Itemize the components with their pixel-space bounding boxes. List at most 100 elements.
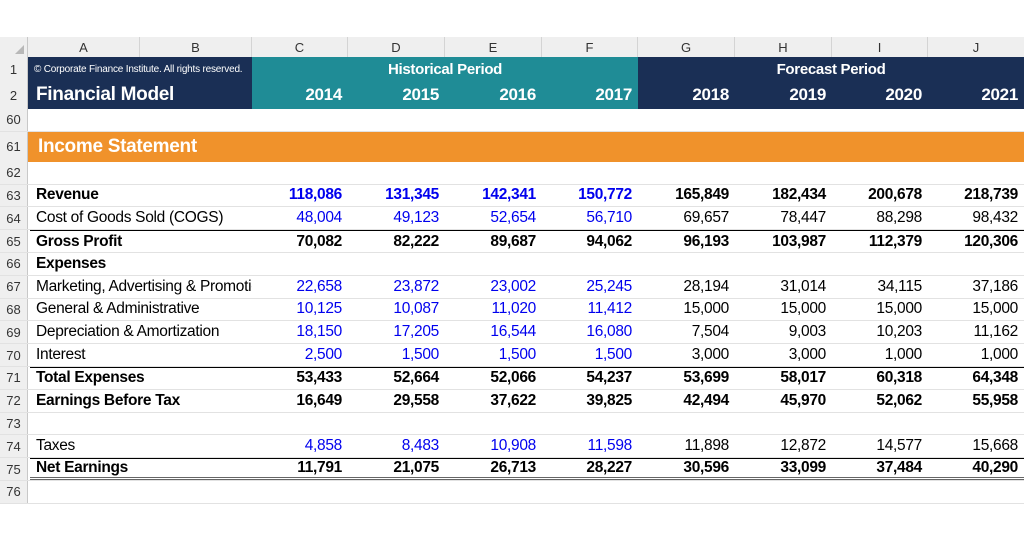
- value-cell[interactable]: 37,186: [928, 276, 1024, 298]
- value-cell[interactable]: 28,194: [638, 276, 735, 298]
- value-cell[interactable]: 218,739: [928, 185, 1024, 207]
- column-header-g[interactable]: G: [638, 37, 735, 57]
- column-header-a[interactable]: A: [28, 37, 140, 57]
- value-cell[interactable]: 9,003: [735, 321, 832, 343]
- column-header-j[interactable]: J: [928, 37, 1024, 57]
- column-header-h[interactable]: H: [735, 37, 832, 57]
- value-cell[interactable]: 11,020: [445, 299, 542, 321]
- value-cell[interactable]: [735, 253, 832, 275]
- value-cell[interactable]: 15,668: [928, 435, 1024, 457]
- row-number[interactable]: 70: [0, 344, 28, 366]
- value-cell[interactable]: 23,002: [445, 276, 542, 298]
- value-cell[interactable]: 1,000: [928, 344, 1024, 366]
- column-header-e[interactable]: E: [445, 37, 542, 57]
- row-number[interactable]: 75: [0, 458, 28, 480]
- value-cell[interactable]: 49,123: [348, 207, 445, 229]
- value-cell[interactable]: 11,791: [252, 458, 348, 480]
- value-cell[interactable]: 26,713: [445, 458, 542, 480]
- row-label[interactable]: Marketing, Advertising & Promotior: [30, 276, 252, 298]
- value-cell[interactable]: 82,222: [348, 230, 445, 252]
- value-cell[interactable]: 3,000: [735, 344, 832, 366]
- value-cell[interactable]: 29,558: [348, 390, 445, 412]
- column-header-i[interactable]: I: [832, 37, 928, 57]
- row-number[interactable]: 64: [0, 207, 28, 230]
- value-cell[interactable]: 33,099: [735, 458, 832, 480]
- row-number[interactable]: 76: [0, 480, 28, 503]
- value-cell[interactable]: 37,484: [832, 458, 928, 480]
- value-cell[interactable]: 53,433: [252, 366, 348, 389]
- row-label[interactable]: Expenses: [30, 253, 252, 275]
- value-cell[interactable]: 58,017: [735, 366, 832, 389]
- value-cell[interactable]: 150,772: [542, 185, 638, 207]
- value-cell[interactable]: 22,658: [252, 276, 348, 298]
- column-header-c[interactable]: C: [252, 37, 348, 57]
- value-cell[interactable]: 112,379: [832, 230, 928, 252]
- row-number[interactable]: 62: [0, 161, 28, 184]
- value-cell[interactable]: 15,000: [638, 299, 735, 321]
- row-number[interactable]: 63: [0, 184, 28, 207]
- row-number[interactable]: 69: [0, 321, 28, 344]
- value-cell[interactable]: 69,657: [638, 207, 735, 229]
- row-label[interactable]: Revenue: [30, 185, 252, 207]
- value-cell[interactable]: 21,075: [348, 458, 445, 480]
- value-cell[interactable]: 55,958: [928, 390, 1024, 412]
- value-cell[interactable]: 34,115: [832, 276, 928, 298]
- value-cell[interactable]: 1,500: [445, 344, 542, 366]
- value-cell[interactable]: 11,598: [542, 435, 638, 457]
- value-cell[interactable]: [445, 253, 542, 275]
- value-cell[interactable]: 16,080: [542, 321, 638, 343]
- value-cell[interactable]: 7,504: [638, 321, 735, 343]
- value-cell[interactable]: 18,150: [252, 321, 348, 343]
- value-cell[interactable]: 56,710: [542, 207, 638, 229]
- value-cell[interactable]: 54,237: [542, 366, 638, 389]
- row-number[interactable]: 72: [0, 389, 28, 412]
- value-cell[interactable]: 15,000: [832, 299, 928, 321]
- value-cell[interactable]: 118,086: [252, 185, 348, 207]
- row-number[interactable]: 71: [0, 366, 28, 389]
- value-cell[interactable]: 53,699: [638, 366, 735, 389]
- value-cell[interactable]: 40,290: [928, 458, 1024, 480]
- value-cell[interactable]: 15,000: [735, 299, 832, 321]
- value-cell[interactable]: [348, 253, 445, 275]
- value-cell[interactable]: 1,500: [542, 344, 638, 366]
- value-cell[interactable]: 28,227: [542, 458, 638, 480]
- value-cell[interactable]: 25,245: [542, 276, 638, 298]
- value-cell[interactable]: 10,908: [445, 435, 542, 457]
- value-cell[interactable]: 12,872: [735, 435, 832, 457]
- value-cell[interactable]: 15,000: [928, 299, 1024, 321]
- row-number[interactable]: 60: [0, 109, 28, 131]
- row-label[interactable]: Net Earnings: [30, 458, 252, 480]
- value-cell[interactable]: 200,678: [832, 185, 928, 207]
- value-cell[interactable]: 37,622: [445, 390, 542, 412]
- row-number[interactable]: 67: [0, 275, 28, 298]
- value-cell[interactable]: 8,483: [348, 435, 445, 457]
- value-cell[interactable]: 16,544: [445, 321, 542, 343]
- value-cell[interactable]: 96,193: [638, 230, 735, 252]
- value-cell[interactable]: 17,205: [348, 321, 445, 343]
- row-number[interactable]: 66: [0, 252, 28, 275]
- value-cell[interactable]: 48,004: [252, 207, 348, 229]
- value-cell[interactable]: 10,087: [348, 299, 445, 321]
- value-cell[interactable]: 14,577: [832, 435, 928, 457]
- value-cell[interactable]: 10,125: [252, 299, 348, 321]
- row-label[interactable]: Total Expenses: [30, 366, 252, 389]
- row-label[interactable]: Interest: [30, 344, 252, 366]
- value-cell[interactable]: 1,000: [832, 344, 928, 366]
- row-number[interactable]: 65: [0, 230, 28, 252]
- row-number[interactable]: 61: [0, 131, 28, 162]
- value-cell[interactable]: 11,898: [638, 435, 735, 457]
- value-cell[interactable]: 52,062: [832, 390, 928, 412]
- row-number[interactable]: 1: [0, 57, 28, 81]
- value-cell[interactable]: 30,596: [638, 458, 735, 480]
- value-cell[interactable]: 78,447: [735, 207, 832, 229]
- value-cell[interactable]: 39,825: [542, 390, 638, 412]
- value-cell[interactable]: 4,858: [252, 435, 348, 457]
- column-header-b[interactable]: B: [140, 37, 252, 57]
- row-number[interactable]: 2: [0, 81, 28, 109]
- row-label[interactable]: Depreciation & Amortization: [30, 321, 252, 343]
- value-cell[interactable]: 165,849: [638, 185, 735, 207]
- value-cell[interactable]: 89,687: [445, 230, 542, 252]
- value-cell[interactable]: 60,318: [832, 366, 928, 389]
- value-cell[interactable]: 131,345: [348, 185, 445, 207]
- value-cell[interactable]: 142,341: [445, 185, 542, 207]
